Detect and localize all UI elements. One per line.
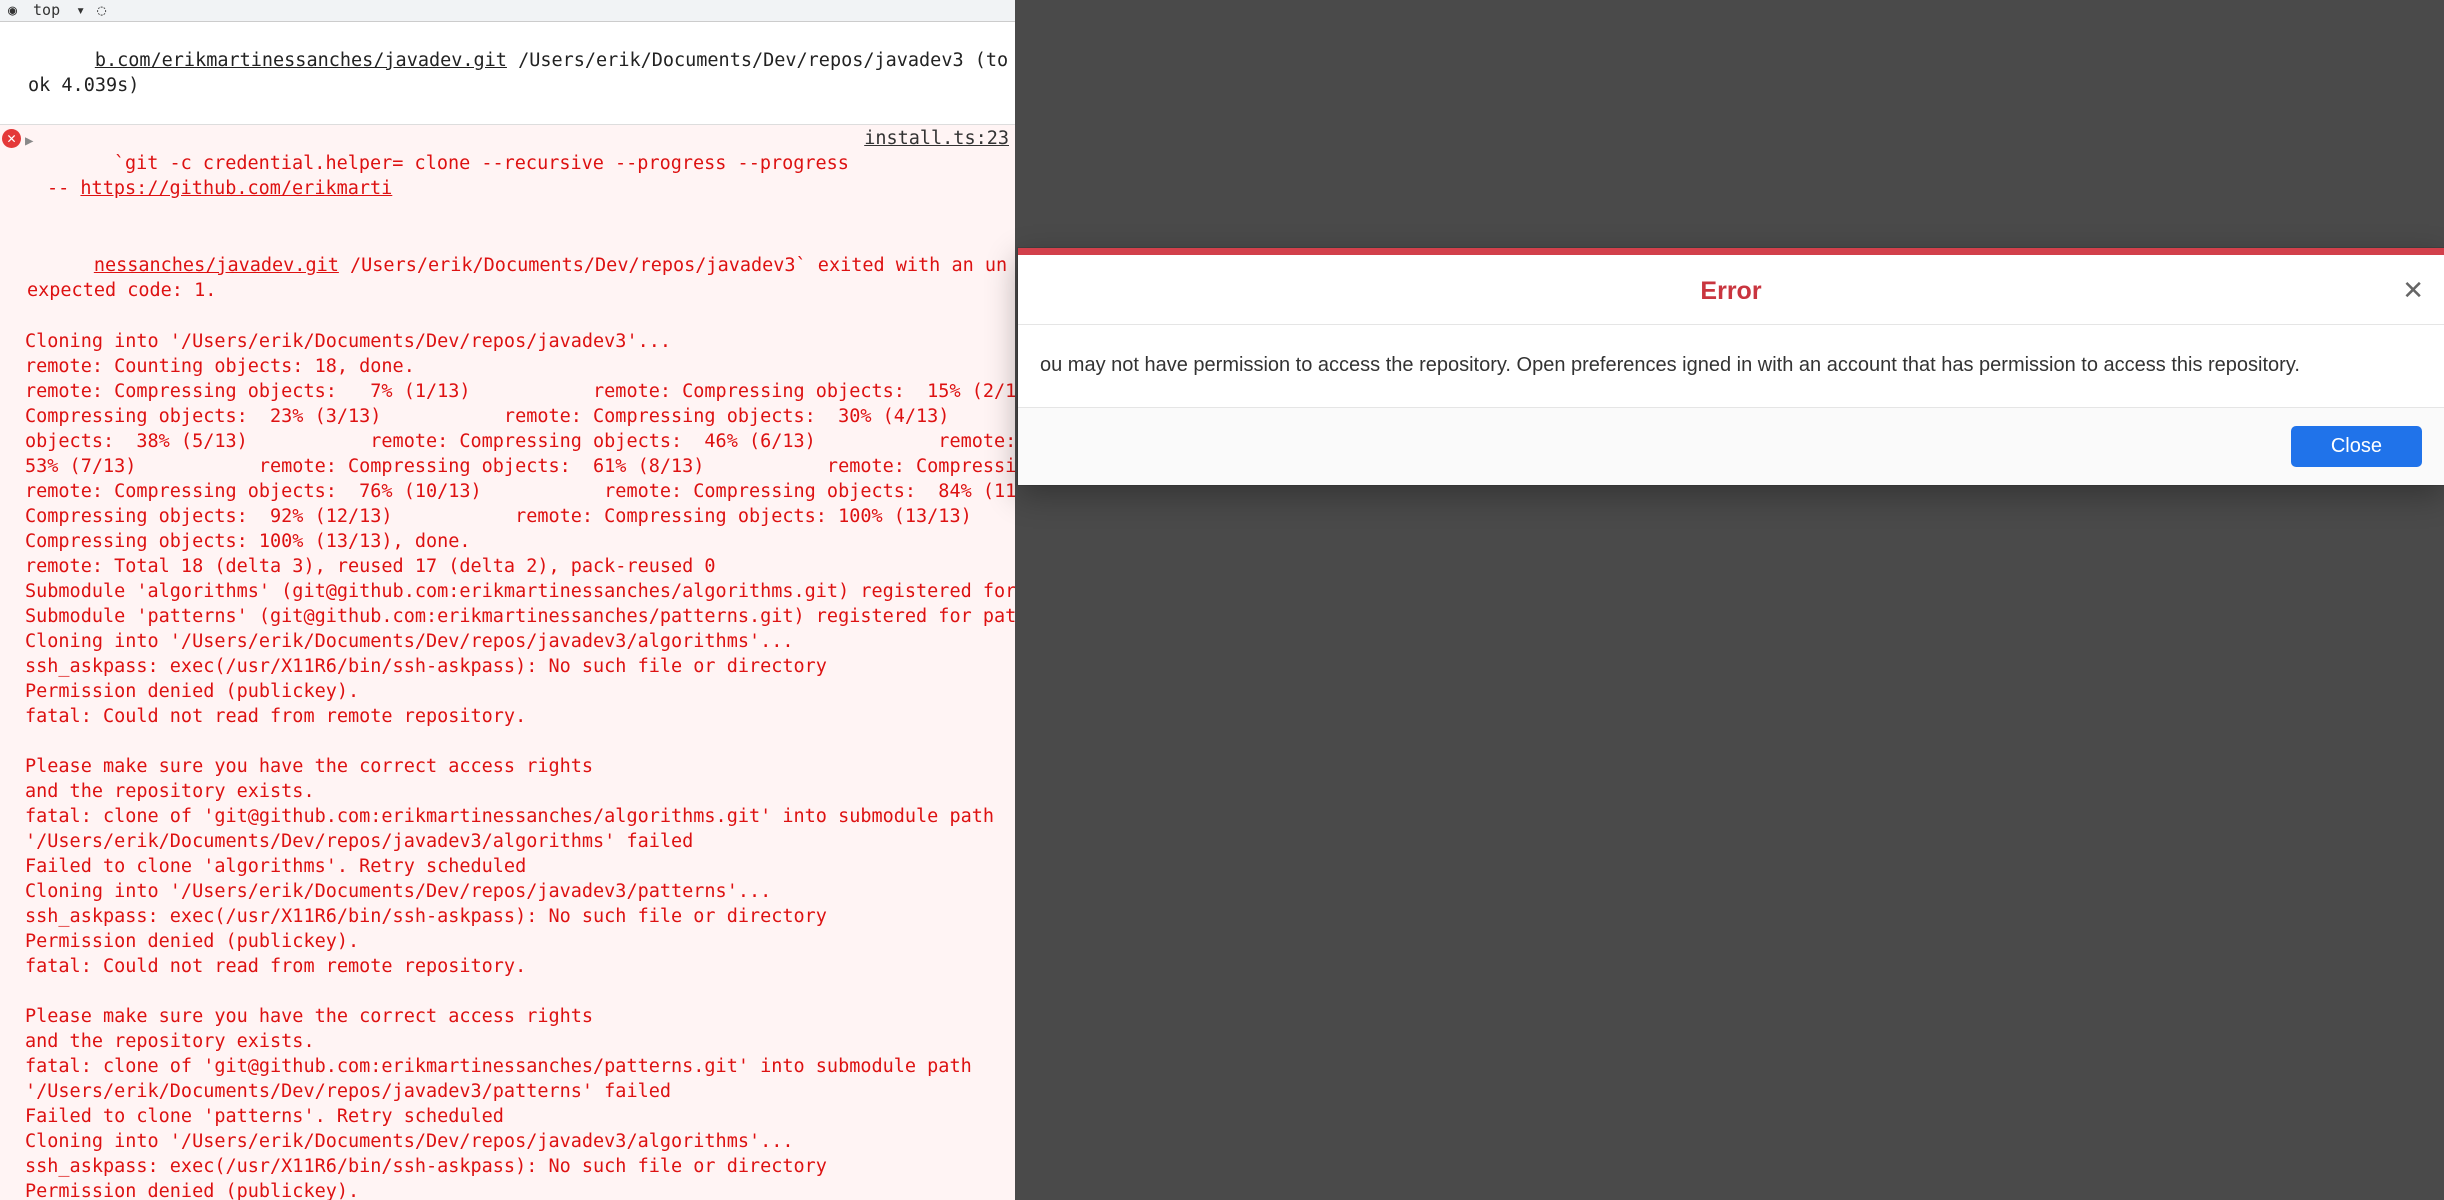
console-success-row: b.com/erikmartinessanches/javadev.git /U… [0,22,1015,125]
git-output-block: Cloning into '/Users/erik/Documents/Dev/… [0,329,1015,1200]
close-icon[interactable]: ✕ [2402,277,2424,303]
dialog-title: Error [1700,277,1761,306]
console-error-row2: nessanches/javadev.git /Users/erik/Docum… [0,227,1015,329]
console-toolbar: ◉ top ▾ ◌ [0,0,1015,22]
disclosure-triangle[interactable]: ▶ [25,129,39,154]
toolbar-dropdown[interactable]: ▾ [76,0,85,23]
error-repo-url[interactable]: https://github.com/erikmarti [80,178,392,199]
dialog-header: Error ✕ [1018,255,2444,325]
repo-url-fragment[interactable]: b.com/erikmartinessanches/javadev.git [95,50,507,71]
toolbar-filter-icon[interactable]: ◌ [97,0,106,23]
source-link[interactable]: install.ts:23 [854,126,1009,151]
console-error-row: ✕ ▶ `git -c credential.helper= clone --r… [0,125,1015,227]
error-dialog: Error ✕ ou may not have permission to ac… [1018,248,2444,485]
console-panel: ◉ top ▾ ◌ b.com/erikmartinessanches/java… [0,0,1015,1200]
error-icon: ✕ [2,129,21,148]
toolbar-eye-icon[interactable]: ◉ [8,0,17,23]
toolbar-label-top: top [29,0,64,23]
dialog-footer: Close [1018,408,2444,485]
dialog-body: ou may not have permission to access the… [1018,325,2444,408]
close-button[interactable]: Close [2291,426,2422,467]
console-error-text2: nessanches/javadev.git /Users/erik/Docum… [23,228,1009,328]
console-success-text: b.com/erikmartinessanches/javadev.git /U… [24,23,1009,123]
console-error-text: `git -c credential.helper= clone --recur… [43,126,854,226]
error-url-cont: nessanches/javadev.git [94,255,339,276]
